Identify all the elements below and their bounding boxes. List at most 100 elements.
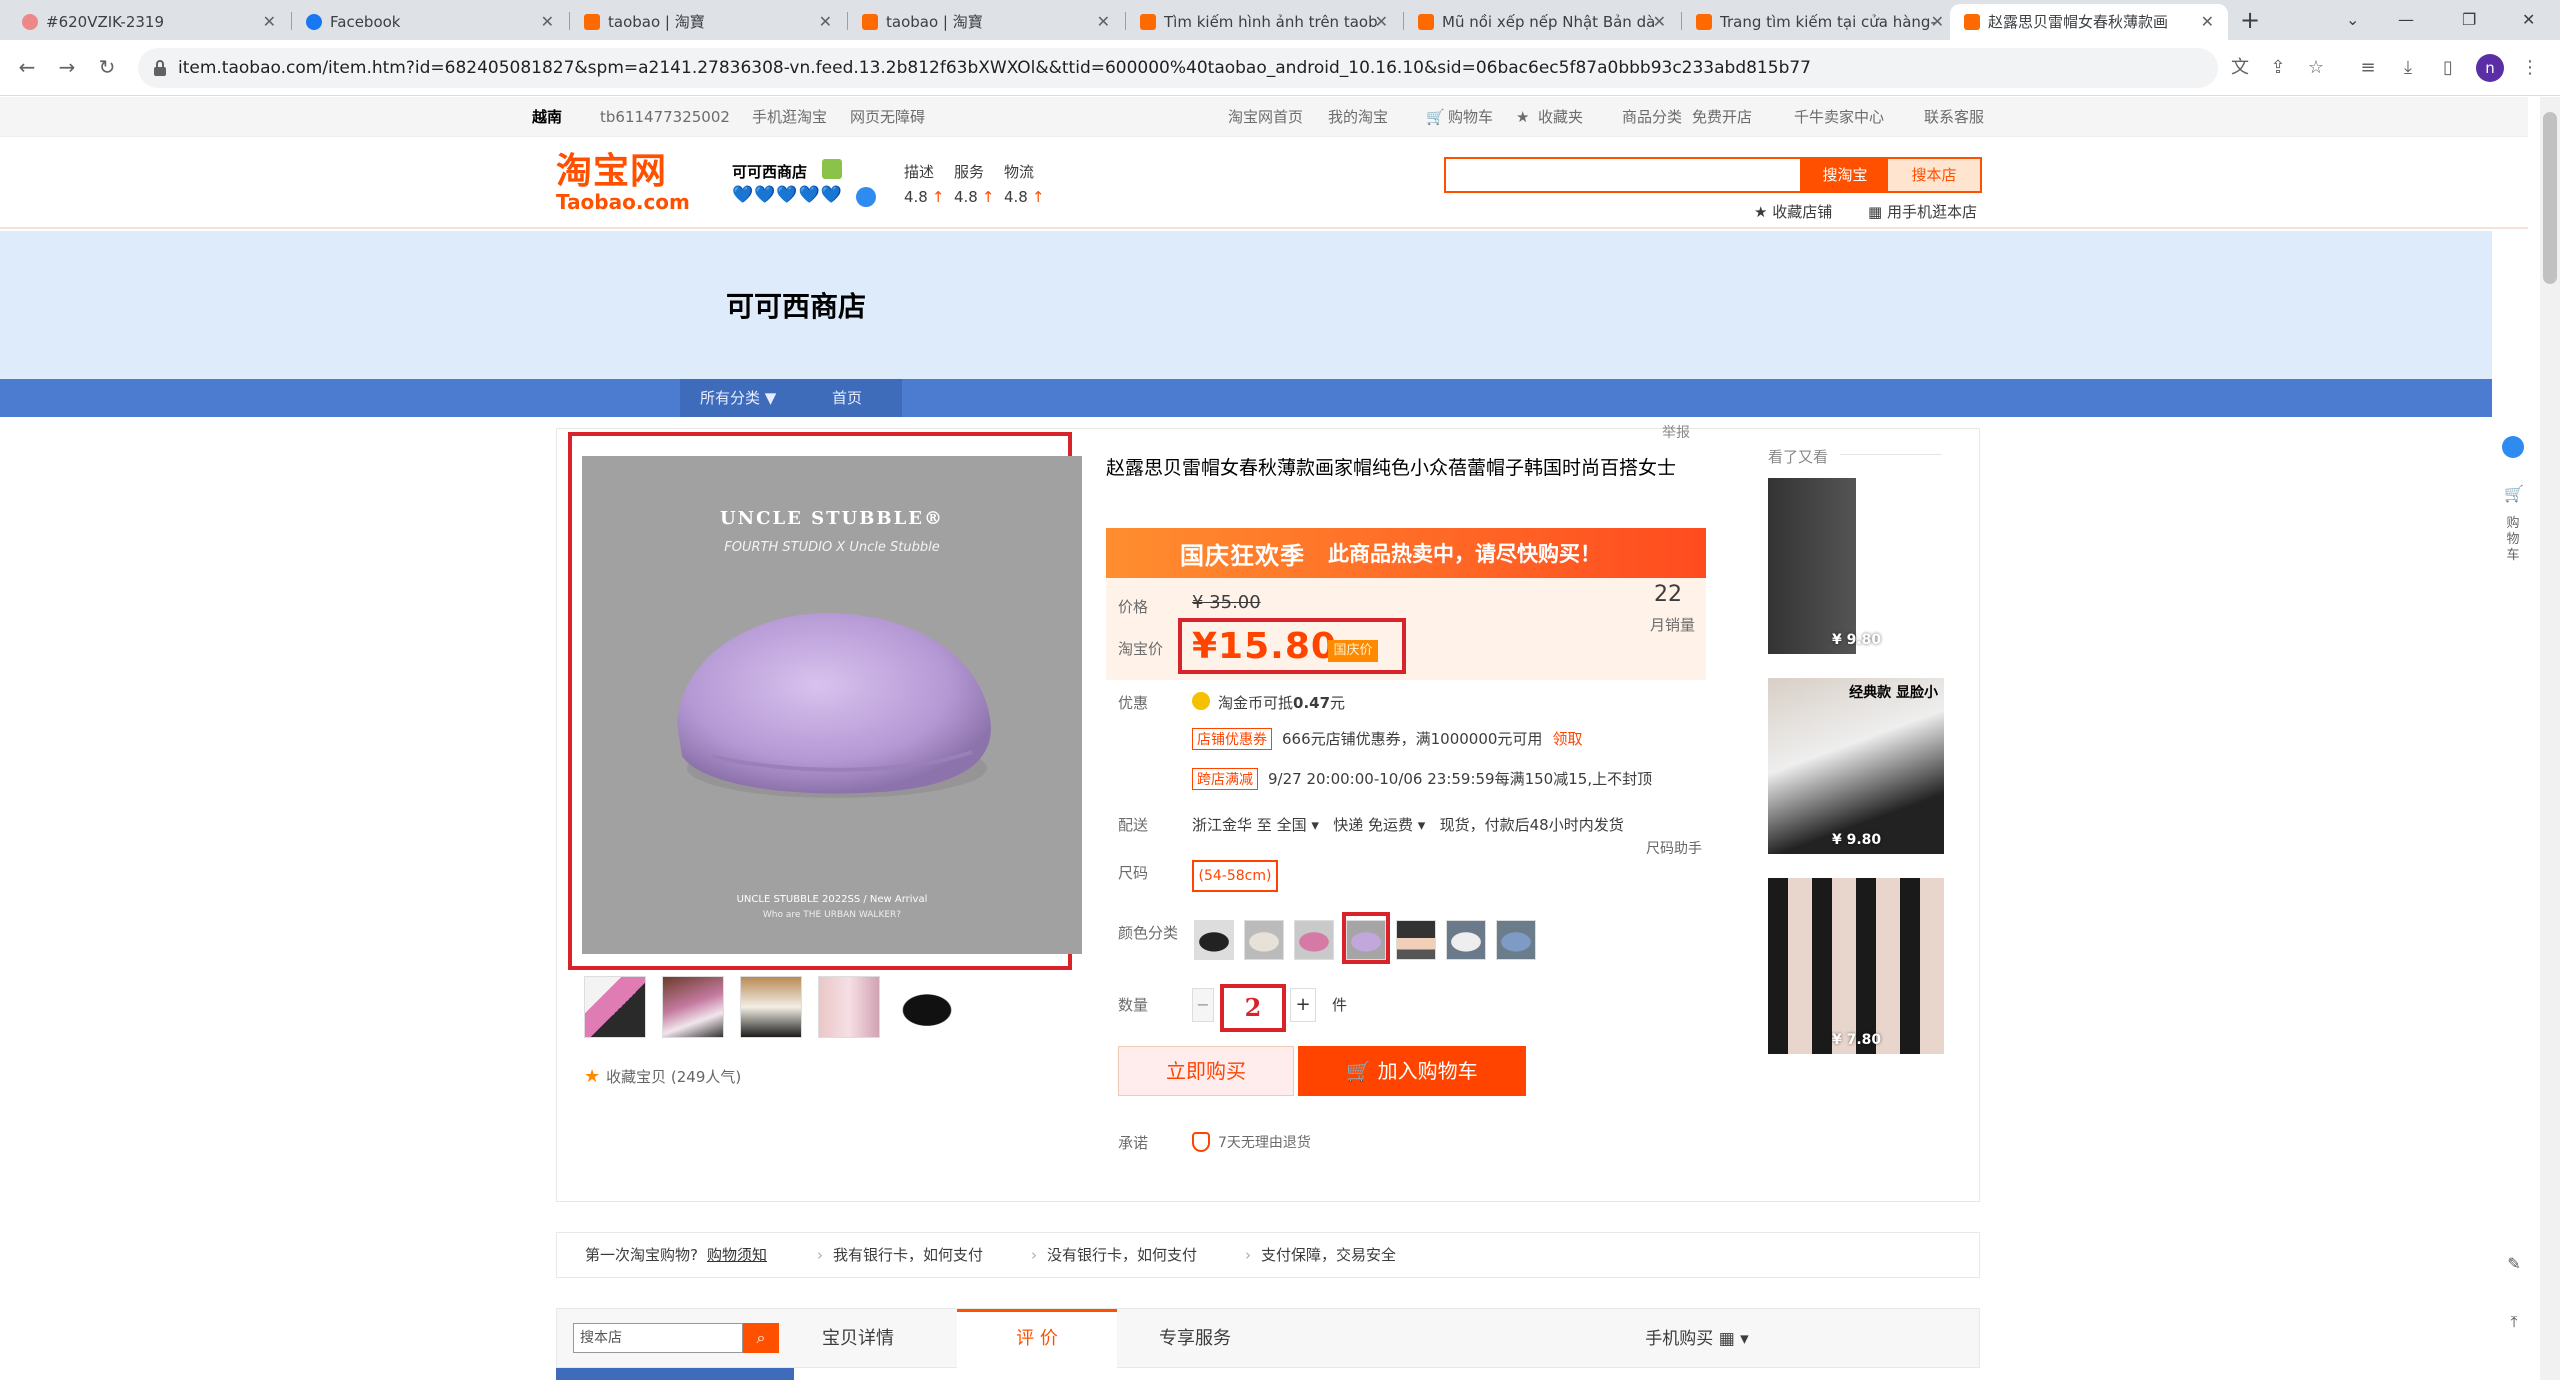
tab-item-details[interactable]: 宝贝详情 <box>793 1309 923 1369</box>
color-swatch-grey-blue[interactable] <box>1446 920 1486 960</box>
restore-icon[interactable]: ❐ <box>2462 0 2476 40</box>
size-helper-link[interactable]: 尺码助手 <box>1646 838 1702 858</box>
quantity-input[interactable]: 2 <box>1220 984 1286 1032</box>
bookmark-star-icon[interactable]: ☆ <box>2304 56 2328 80</box>
page-scrollbar[interactable] <box>2540 97 2560 1380</box>
shop-search-input[interactable]: 搜本店 <box>573 1323 743 1353</box>
all-categories-menu[interactable]: 所有分类 ▼ <box>700 379 776 417</box>
back-to-top-icon[interactable]: ⤒ <box>2500 1312 2528 1332</box>
my-taobao-link[interactable]: 我的淘宝 <box>1328 97 1388 137</box>
delivery-destination-select[interactable]: 全国 ▾ <box>1277 816 1319 834</box>
reload-icon[interactable]: ↻ <box>90 50 124 84</box>
side-panel-icon[interactable]: ▯ <box>2436 56 2460 80</box>
share-icon[interactable]: ⇪ <box>2266 56 2290 80</box>
scrollbar-thumb[interactable] <box>2543 112 2557 284</box>
favorite-shop-link[interactable]: ★ 收藏店铺 <box>1754 201 1832 222</box>
address-bar[interactable]: item.taobao.com/item.htm?id=682405081827… <box>138 48 2218 88</box>
seller-center-link[interactable]: 千牛卖家中心 <box>1794 97 1884 137</box>
shop-name[interactable]: 可可西商店 <box>732 161 807 182</box>
region-selector[interactable]: 越南 <box>532 97 562 137</box>
close-tab-icon[interactable]: ✕ <box>263 4 276 40</box>
search-input[interactable] <box>1444 157 1802 193</box>
profile-avatar[interactable]: n <box>2476 54 2504 82</box>
taobao-home-link[interactable]: 淘宝网首页 <box>1228 97 1303 137</box>
delivery-type-select[interactable]: 快递 免运费 ▾ <box>1333 816 1425 834</box>
side-cart-label[interactable]: 购物车 <box>2502 516 2524 564</box>
recommended-item-1[interactable]: ¥ 9.80 <box>1768 478 1944 654</box>
shop-home-link[interactable]: 首页 <box>832 379 862 417</box>
tab-reviews[interactable]: 评 价 <box>957 1309 1117 1369</box>
favorites-link[interactable]: 收藏夹 <box>1538 97 1583 137</box>
close-window-icon[interactable]: ✕ <box>2522 0 2535 40</box>
browser-tab-7[interactable]: Trang tìm kiếm tại cửa hàng- ✕ <box>1682 4 1958 40</box>
close-tab-icon[interactable]: ✕ <box>1931 4 1944 40</box>
thumbnail-3[interactable] <box>740 976 802 1038</box>
mobile-taobao-link[interactable]: 手机逛淘宝 <box>752 97 827 137</box>
payment-security-link[interactable]: 支付保障，交易安全 <box>1261 1233 1396 1277</box>
browser-tab-1[interactable]: #620VZIK-2319 ✕ <box>8 4 290 40</box>
add-to-cart-button[interactable]: 🛒 加入购物车 <box>1298 1046 1526 1096</box>
search-taobao-button[interactable]: 搜淘宝 <box>1802 157 1888 193</box>
forward-icon[interactable]: → <box>50 50 84 84</box>
download-icon[interactable]: ⤓ <box>2396 56 2420 80</box>
color-swatch-white[interactable] <box>1244 920 1284 960</box>
shopping-guide-link[interactable]: 购物须知 <box>707 1233 767 1277</box>
bank-card-link[interactable]: 我有银行卡，如何支付 <box>833 1233 983 1277</box>
main-product-image[interactable]: UNCLE STUBBLE® FOURTH STUDIO X Uncle Stu… <box>582 456 1082 954</box>
mobile-buy-link[interactable]: 手机购买 ▦ ▾ <box>1597 1309 1797 1369</box>
thumbnail-2[interactable] <box>662 976 724 1038</box>
tab-exclusive-service[interactable]: 专享服务 <box>1117 1309 1273 1369</box>
get-coupon-link[interactable]: 领取 <box>1552 730 1582 748</box>
side-cart-icon[interactable]: 🛒 <box>2500 484 2528 503</box>
close-tab-icon[interactable]: ✕ <box>819 4 832 40</box>
recommended-item-2[interactable]: 经典款 显脸小 ¥ 9.80 <box>1768 678 1944 854</box>
close-tab-icon[interactable]: ✕ <box>1375 4 1388 40</box>
browser-tab-6[interactable]: Mũ nồi xếp nếp Nhật Bản dà ✕ <box>1404 4 1680 40</box>
color-swatch-black[interactable] <box>1194 920 1234 960</box>
taobao-icon <box>584 14 600 30</box>
collect-item-link[interactable]: ★ 收藏宝贝 (249人气) <box>584 1066 741 1087</box>
browser-tab-2[interactable]: Facebook ✕ <box>292 4 568 40</box>
minimize-icon[interactable]: — <box>2398 0 2414 40</box>
no-bank-card-link[interactable]: 没有银行卡，如何支付 <box>1047 1233 1197 1277</box>
menu-kebab-icon[interactable]: ⋮ <box>2518 56 2542 80</box>
thumbnail-1[interactable] <box>584 976 646 1038</box>
color-swatch-model[interactable] <box>1396 920 1436 960</box>
translate-icon[interactable]: 文 <box>2228 56 2252 80</box>
quantity-increase-button[interactable]: + <box>1290 988 1316 1022</box>
browser-tab-3[interactable]: taobao | 淘寶 ✕ <box>570 4 846 40</box>
close-tab-icon[interactable]: ✕ <box>2201 4 2214 40</box>
report-link[interactable]: 举报 <box>1662 422 1690 442</box>
free-open-shop-link[interactable]: 免费开店 <box>1692 97 1752 137</box>
thumbnail-5[interactable] <box>896 976 958 1038</box>
close-tab-icon[interactable]: ✕ <box>1097 4 1110 40</box>
feedback-pencil-icon[interactable]: ✎ <box>2500 1254 2528 1273</box>
search-shop-button[interactable]: 搜本店 <box>1888 157 1982 193</box>
browser-tab-8-active[interactable]: 赵露思贝雷帽女春秋薄款画 ✕ <box>1950 4 2228 40</box>
buy-now-button[interactable]: 立即购买 <box>1118 1046 1294 1096</box>
cart-link[interactable]: 购物车 <box>1448 97 1493 137</box>
back-icon[interactable]: ← <box>10 50 44 84</box>
close-tab-icon[interactable]: ✕ <box>541 4 554 40</box>
thumbnail-4[interactable] <box>818 976 880 1038</box>
taobao-logo[interactable]: 淘宝网 Taobao.com <box>556 151 696 215</box>
recommended-item-3[interactable]: ¥ 7.80 <box>1768 878 1944 1054</box>
tab-search-icon[interactable]: ⌄ <box>2346 0 2359 40</box>
accessible-link[interactable]: 网页无障碍 <box>850 97 925 137</box>
contact-service-link[interactable]: 联系客服 <box>1924 97 1984 137</box>
browser-tab-5[interactable]: Tìm kiếm hình ảnh trên taob ✕ <box>1126 4 1402 40</box>
size-option[interactable]: (54-58cm) <box>1192 860 1278 892</box>
search-icon[interactable]: ⌕ <box>743 1323 779 1353</box>
customer-service-icon[interactable] <box>2502 436 2524 458</box>
mobile-shop-link[interactable]: ▦ 用手机逛本店 <box>1868 201 1977 222</box>
categories-link[interactable]: 商品分类 <box>1622 97 1682 137</box>
user-link[interactable]: tb611477325002 <box>600 97 730 137</box>
new-tab-button[interactable]: + <box>2240 4 2260 36</box>
quantity-decrease-button[interactable]: − <box>1192 988 1214 1022</box>
color-swatch-blue[interactable] <box>1496 920 1536 960</box>
reading-list-icon[interactable]: ≡ <box>2356 56 2380 80</box>
color-swatch-pink[interactable] <box>1294 920 1334 960</box>
browser-tab-4[interactable]: taobao | 淘寶 ✕ <box>848 4 1124 40</box>
shop-info-icon[interactable] <box>856 187 876 207</box>
close-tab-icon[interactable]: ✕ <box>1653 4 1666 40</box>
